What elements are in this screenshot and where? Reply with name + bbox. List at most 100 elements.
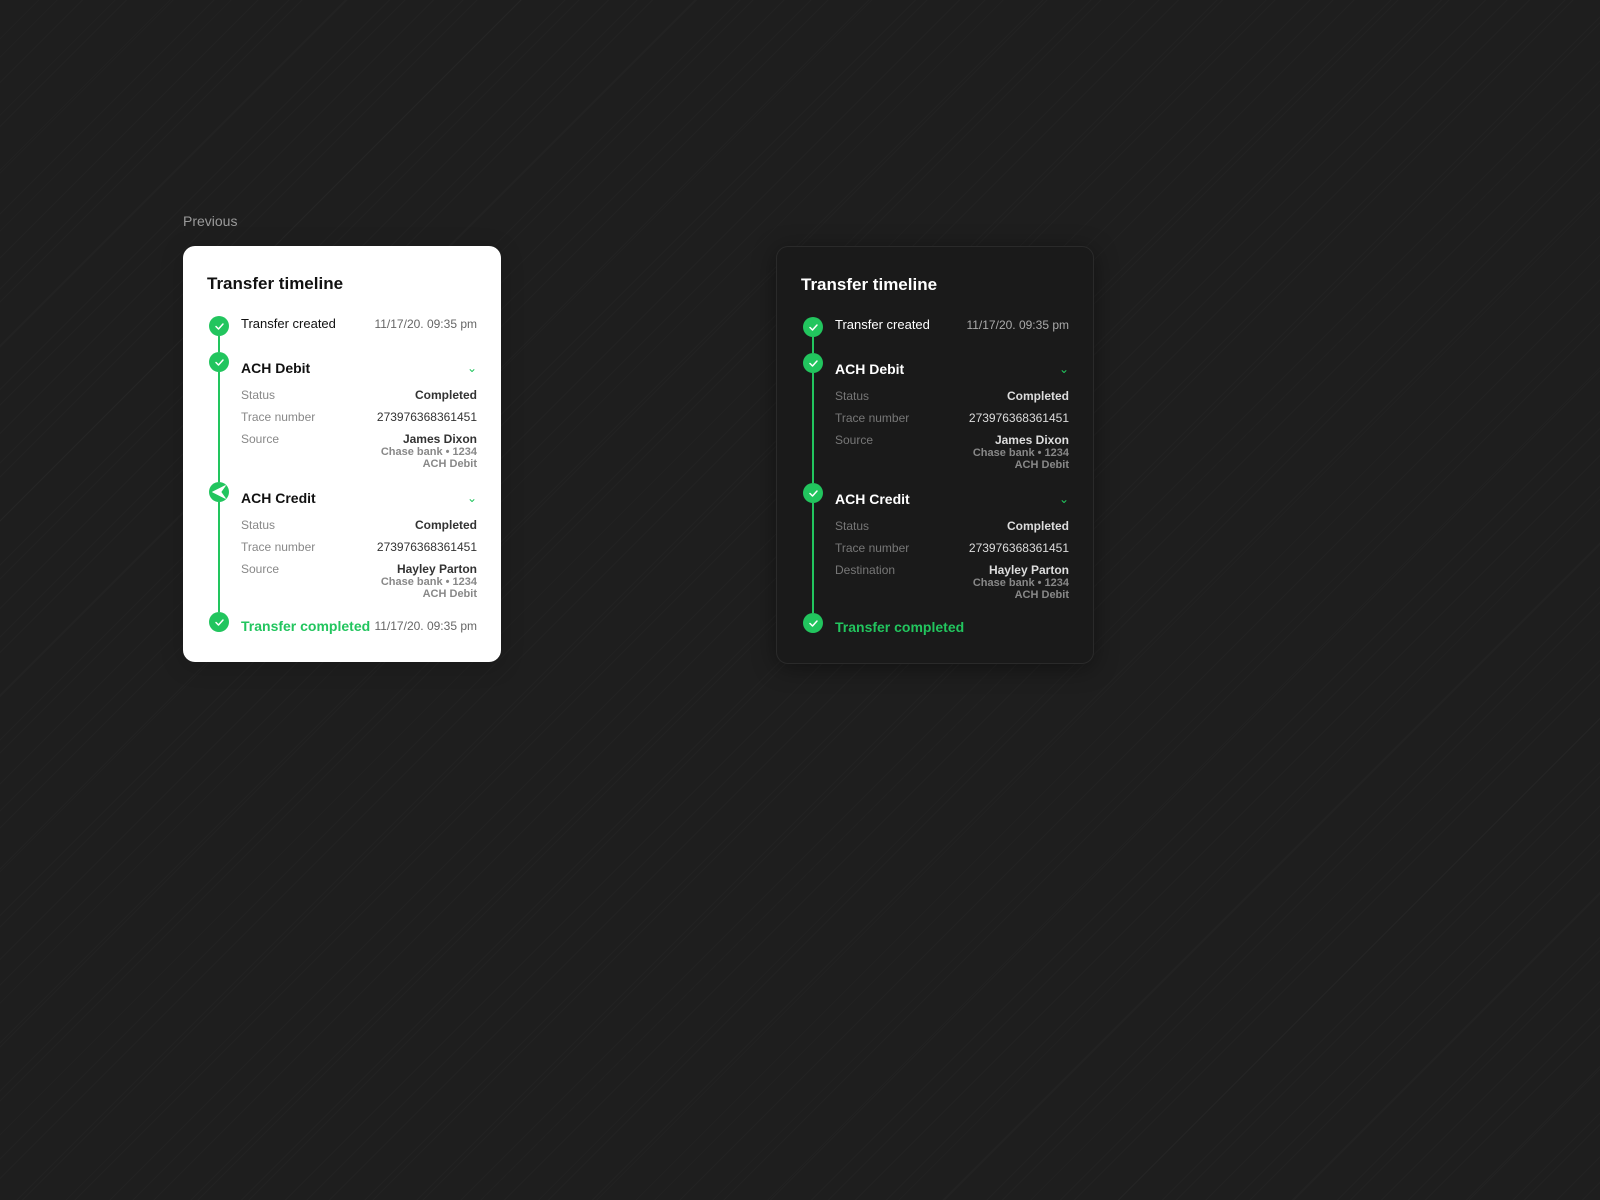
dark-credit-trace-value: 273976368361451 [969, 541, 1069, 555]
light-debit-content: ACH Debit ⌄ Status Completed Trace numbe… [241, 352, 477, 482]
light-completed-icon-col [207, 612, 231, 634]
dark-credit-check [803, 483, 823, 503]
light-debit-icon-col [207, 352, 231, 482]
light-debit-trace-row: Trace number 273976368361451 [241, 406, 477, 428]
light-credit-source-key: Source [241, 562, 279, 576]
dark-credit-details: Status Completed Trace number 2739763683… [835, 511, 1069, 613]
dark-credit-trace-key: Trace number [835, 541, 909, 555]
dark-completed-icon-col [801, 613, 825, 635]
dark-credit-dest-key: Destination [835, 563, 895, 577]
light-credit-trace-value: 273976368361451 [377, 540, 477, 554]
dark-credit-block: ACH Credit ⌄ Status Completed Trace numb… [835, 483, 1069, 613]
light-debit-details: Status Completed Trace number 2739763683… [241, 380, 477, 482]
dark-credit-header[interactable]: ACH Credit ⌄ [835, 483, 1069, 511]
light-debit-status-row: Status Completed [241, 384, 477, 406]
light-line-1 [218, 336, 220, 352]
dark-credit-trace-row: Trace number 273976368361451 [835, 537, 1069, 559]
light-created-row: Transfer created 11/17/20. 09:35 pm [207, 316, 477, 352]
light-debit-header[interactable]: ACH Debit ⌄ [241, 352, 477, 380]
dark-debit-status-value: Completed [1007, 389, 1069, 403]
dark-created-row: Transfer created 11/17/20. 09:35 pm [801, 317, 1069, 353]
dark-card: Transfer timeline Transfer created 11/17… [776, 246, 1094, 664]
light-card-title: Transfer timeline [207, 274, 477, 294]
light-credit-chevron: ⌄ [467, 491, 477, 505]
dark-debit-chevron: ⌄ [1059, 362, 1069, 376]
dark-credit-content: ACH Credit ⌄ Status Completed Trace numb… [835, 483, 1069, 613]
dark-debit-block: ACH Debit ⌄ Status Completed Trace numbe… [835, 353, 1069, 483]
dark-line-3 [812, 503, 814, 613]
light-credit-header[interactable]: ACH Credit ⌄ [241, 482, 477, 510]
light-completed-label: Transfer completed [241, 618, 370, 634]
dark-completed-check [803, 613, 823, 633]
dark-debit-status-key: Status [835, 389, 869, 403]
dark-debit-title: ACH Debit [835, 361, 904, 377]
dark-debit-source-key: Source [835, 433, 873, 447]
dark-timeline: Transfer created 11/17/20. 09:35 pm ACH … [801, 317, 1069, 635]
light-credit-icon-col [207, 482, 231, 612]
light-created-content: Transfer created 11/17/20. 09:35 pm [241, 316, 477, 352]
light-credit-details: Status Completed Trace number 2739763683… [241, 510, 477, 612]
dark-line-2 [812, 373, 814, 483]
dark-debit-details: Status Completed Trace number 2739763683… [835, 381, 1069, 483]
dark-credit-status-row: Status Completed [835, 515, 1069, 537]
dark-completed-label: Transfer completed [835, 619, 964, 635]
light-credit-content: ACH Credit ⌄ Status Completed Trace numb… [241, 482, 477, 612]
dark-debit-source-row: Source James Dixon Chase bank • 1234 ACH… [835, 429, 1069, 475]
light-card: Transfer timeline Transfer created 11/17… [183, 246, 501, 662]
dark-credit-status-value: Completed [1007, 519, 1069, 533]
dark-debit-status-row: Status Completed [835, 385, 1069, 407]
light-debit-check [209, 352, 229, 372]
light-credit-trace-row: Trace number 273976368361451 [241, 536, 477, 558]
light-credit-status-key: Status [241, 518, 275, 532]
dark-completed-row: Transfer completed [801, 613, 1069, 635]
dark-completed-info: Transfer completed [835, 619, 1069, 635]
dark-line-1 [812, 337, 814, 353]
light-created-label: Transfer created [241, 316, 336, 331]
light-debit-source-key: Source [241, 432, 279, 446]
dark-ach-credit-row: ACH Credit ⌄ Status Completed Trace numb… [801, 483, 1069, 613]
dark-ach-debit-row: ACH Debit ⌄ Status Completed Trace numbe… [801, 353, 1069, 483]
light-created-info: Transfer created 11/17/20. 09:35 pm [241, 316, 477, 335]
dark-credit-icon-col [801, 483, 825, 613]
dark-completed-content: Transfer completed [835, 613, 1069, 635]
light-debit-status-value: Completed [415, 388, 477, 402]
dark-debit-check [803, 353, 823, 373]
light-ach-credit-row: ACH Credit ⌄ Status Completed Trace numb… [207, 482, 477, 612]
dark-created-content: Transfer created 11/17/20. 09:35 pm [835, 317, 1069, 353]
light-completed-info: Transfer completed 11/17/20. 09:35 pm [241, 618, 477, 634]
light-created-icon-col [207, 316, 231, 352]
light-debit-chevron: ⌄ [467, 361, 477, 375]
dark-debit-icon-col [801, 353, 825, 483]
light-debit-title: ACH Debit [241, 360, 310, 376]
dark-debit-trace-value: 273976368361451 [969, 411, 1069, 425]
dark-credit-dest-value: Hayley Parton Chase bank • 1234 ACH Debi… [973, 563, 1069, 601]
dark-created-label: Transfer created [835, 317, 930, 332]
dark-created-icon-col [801, 317, 825, 353]
dark-created-info: Transfer created 11/17/20. 09:35 pm [835, 317, 1069, 336]
light-created-check [209, 316, 229, 336]
light-credit-status-value: Completed [415, 518, 477, 532]
light-credit-source-value: Hayley Parton Chase bank • 1234 ACH Debi… [381, 562, 477, 600]
light-credit-block: ACH Credit ⌄ Status Completed Trace numb… [241, 482, 477, 612]
dark-credit-status-key: Status [835, 519, 869, 533]
dark-credit-chevron: ⌄ [1059, 492, 1069, 506]
light-debit-source-row: Source James Dixon Chase bank • 1234 ACH… [241, 428, 477, 474]
dark-credit-title: ACH Credit [835, 491, 910, 507]
dark-debit-header[interactable]: ACH Debit ⌄ [835, 353, 1069, 381]
light-completed-check [209, 612, 229, 632]
dark-created-check [803, 317, 823, 337]
light-credit-trace-key: Trace number [241, 540, 315, 554]
previous-label: Previous [183, 213, 237, 229]
dark-debit-trace-key: Trace number [835, 411, 909, 425]
light-completed-row: Transfer completed 11/17/20. 09:35 pm [207, 612, 477, 634]
light-completed-date: 11/17/20. 09:35 pm [374, 619, 477, 633]
light-debit-trace-key: Trace number [241, 410, 315, 424]
dark-created-date: 11/17/20. 09:35 pm [966, 318, 1069, 332]
dark-card-title: Transfer timeline [801, 275, 1069, 295]
light-line-2 [218, 372, 220, 482]
light-timeline: Transfer created 11/17/20. 09:35 pm ACH … [207, 316, 477, 634]
dark-debit-content: ACH Debit ⌄ Status Completed Trace numbe… [835, 353, 1069, 483]
dark-credit-dest-row: Destination Hayley Parton Chase bank • 1… [835, 559, 1069, 605]
light-credit-icon [209, 482, 229, 502]
light-created-date: 11/17/20. 09:35 pm [374, 317, 477, 331]
